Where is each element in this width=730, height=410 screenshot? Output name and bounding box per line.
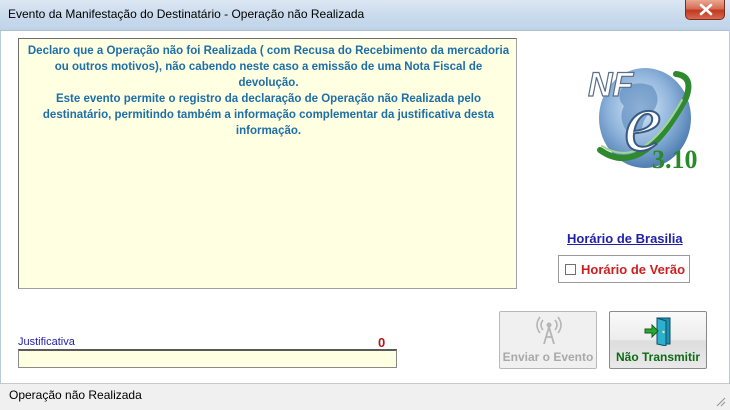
justificativa-char-count: 0 [378,335,386,350]
no-transmit-label: Não Transmitir [615,350,701,364]
info-paragraph-declaration: Declaro que a Operação não foi Realizada… [27,45,510,89]
info-paragraph-explanation: Este evento permite o registro da declar… [42,93,495,137]
horario-verao-checkbox[interactable] [565,264,576,275]
exit-door-icon [644,317,671,346]
info-text: Declaro que a Operação não foi Realizada… [25,43,512,139]
no-transmit-button[interactable]: Não Transmitir [609,311,707,369]
logo-version: 3.10 [652,145,698,174]
horario-verao-label[interactable]: Horário de Verão [581,262,685,277]
title-bar: Evento da Manifestação do Destinatário -… [0,0,730,31]
status-bar: Operação não Realizada [0,383,730,410]
resize-grip-icon[interactable] [714,395,726,407]
status-text: Operação não Realizada [9,388,142,402]
nfe-logo: NF e 3.10 [587,65,698,174]
antenna-signal-icon [536,316,562,345]
window-title: Evento da Manifestação do Destinatário -… [8,7,365,21]
send-event-button[interactable]: Enviar o Evento [499,311,597,369]
close-button[interactable] [685,0,725,20]
info-panel: Declaro que a Operação não foi Realizada… [18,38,517,289]
close-icon [699,3,713,16]
justificativa-label: Justificativa [18,336,75,348]
horario-brasilia-link[interactable]: Horário de Brasilia [567,231,683,246]
horario-verao-group: Horário de Verão [558,255,690,283]
send-event-label: Enviar o Evento [502,350,594,364]
justificativa-input[interactable] [18,349,397,368]
